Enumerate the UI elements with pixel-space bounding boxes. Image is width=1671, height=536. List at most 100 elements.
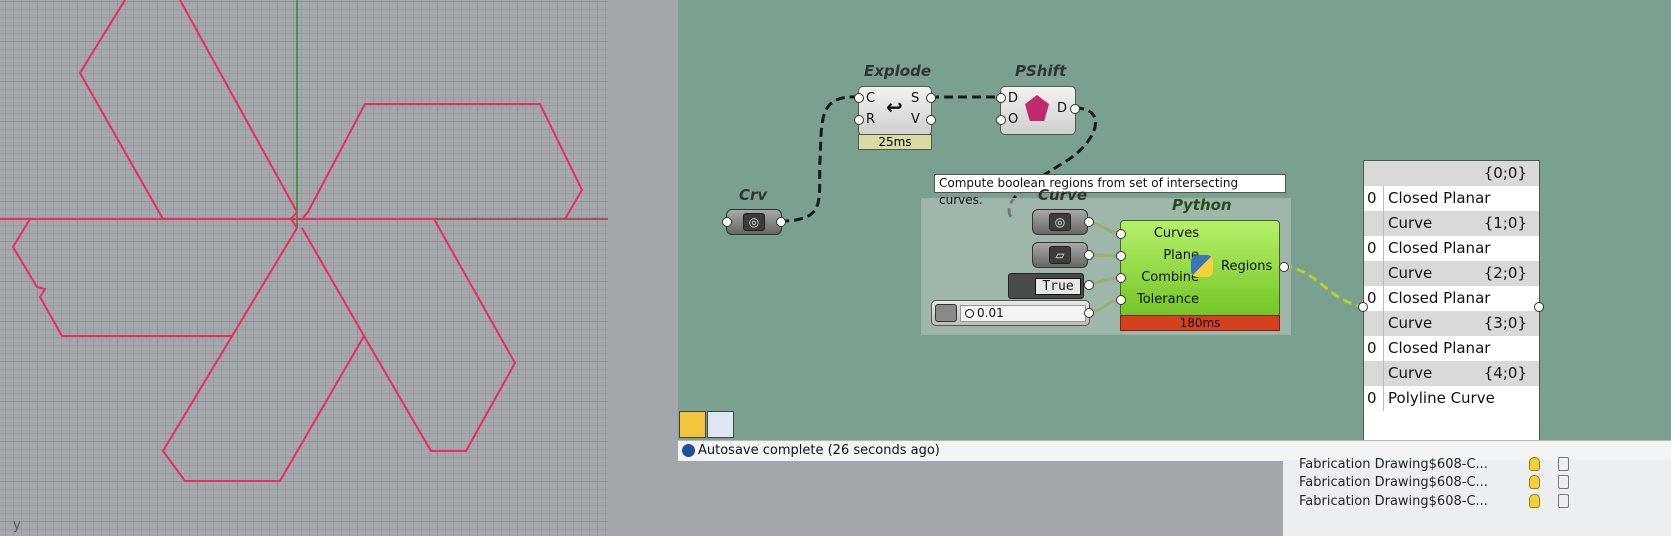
python-output-regions[interactable]: Regions [1221,259,1272,274]
panel-path-0: {0;0} [1364,161,1539,186]
python-component[interactable]: Curves Plane Combine Tolerance Regions [1120,220,1280,317]
panel-row-4: 0 Polyline Curve [1364,386,1539,411]
explode-s-dot[interactable] [926,93,936,103]
python-tolerance-dot[interactable] [1116,295,1126,305]
light-bulb-icon[interactable] [1529,457,1540,471]
pshift-input-o[interactable]: O [1008,112,1018,127]
pshift-component[interactable]: D O D [1000,86,1076,135]
pshift-input-d[interactable]: D [1008,91,1018,106]
python-input-curves[interactable]: Curves [1154,226,1199,241]
python-input-tolerance[interactable]: Tolerance [1137,292,1199,307]
panel-row-1: 0 Closed Planar Curve [1364,236,1539,286]
pshift-d-dot[interactable] [996,93,1006,103]
output-panel[interactable]: {0;0} 0 Closed Planar Curve {1;0} 0 Closed… [1363,160,1540,460]
slider-value: 0.01 [977,306,1004,320]
crv-param[interactable]: ◎ [726,209,782,235]
explode-input-r[interactable]: R [866,112,875,127]
explode-output-v[interactable]: V [911,112,920,127]
light-bulb-icon[interactable] [1529,475,1540,489]
plane-param-icon: ▱ [1049,246,1071,264]
crv-title: Crv [739,186,768,204]
slider-track[interactable]: 0.01 [960,305,1086,322]
crv-input-dot[interactable] [722,217,732,227]
toggle-output-dot[interactable] [1084,280,1094,290]
wire-crv-explode [779,95,859,223]
petal-left-upper [30,218,298,229]
tolerance-slider[interactable]: 0.01 [931,300,1090,326]
explode-timing: 25ms [858,134,932,150]
panel-output-dot[interactable] [1534,302,1544,312]
python-title: Python [1172,196,1232,214]
panel-row-3: 0 Closed Planar Curve [1364,336,1539,386]
region-curves [0,0,584,482]
curve-title: Curve [1038,186,1088,204]
pshift-title: PShift [1015,62,1067,80]
canvas-toolbar [679,410,739,438]
wire-python-panel [1282,264,1362,308]
pshift-o-dot[interactable] [996,115,1006,125]
pshift-out-dot[interactable] [1070,104,1080,114]
layer-name: Fabrication Drawing$608-C... [1299,475,1488,490]
lock-icon[interactable] [1558,494,1569,508]
crv-output-dot[interactable] [776,217,786,227]
plane-output-dot[interactable] [1084,250,1094,260]
autosave-icon [682,444,695,457]
python-logo-icon [1191,255,1213,277]
lock-icon[interactable] [1558,475,1569,489]
curve-output-dot[interactable] [1084,217,1094,227]
layer-row[interactable]: Fabrication Drawing$608-C... [1283,492,1671,511]
grasshopper-canvas[interactable]: Explode C R S V ↩ 25ms PShift D O D Crv … [678,0,1671,460]
petal-left [0,218,233,337]
python-curves-dot[interactable] [1116,229,1126,239]
curve-param-icon: ◎ [1049,213,1071,231]
panel-input-dot[interactable] [1358,302,1368,312]
viewport-border [608,0,678,536]
python-combine-dot[interactable] [1116,273,1126,283]
python-timing: 180ms [1120,315,1280,331]
pshift-icon [1025,95,1049,121]
axis-label-y: y [13,518,21,533]
explode-input-c[interactable]: C [866,91,875,106]
slider-output-dot[interactable] [1084,308,1094,318]
layer-row[interactable]: Fabrication Drawing$608-C... [1283,473,1671,492]
explode-c-dot[interactable] [854,93,864,103]
petal-top [78,0,164,220]
slider-grip[interactable] [935,304,957,322]
boolean-toggle[interactable]: True [1008,273,1084,299]
explode-r-dot[interactable] [854,115,864,125]
slider-handle-icon[interactable] [965,309,974,318]
lock-icon[interactable] [1558,457,1569,471]
panel-value: Closed Planar Curve [1383,336,1539,386]
plane-param[interactable]: ▱ [1032,242,1088,268]
panel-index: 0 [1367,239,1377,257]
layer-name: Fabrication Drawing$608-C... [1299,494,1488,509]
panel-value: Closed Planar Curve [1383,186,1539,236]
pshift-output-d[interactable]: D [1057,101,1067,116]
layer-row[interactable]: Fabrication Drawing$608-C... [1283,455,1671,474]
explode-component[interactable]: C R S V ↩ [858,86,932,136]
panel-index: 0 [1367,389,1377,407]
status-message: Autosave complete (26 seconds ago) [698,443,940,458]
light-bulb-icon[interactable] [1529,494,1540,508]
python-plane-dot[interactable] [1116,251,1126,261]
explode-v-dot[interactable] [926,115,936,125]
explode-output-s[interactable]: S [911,91,919,106]
curve-param[interactable]: ◎ [1032,209,1088,235]
panel-value: Closed Planar Curve [1383,286,1539,336]
panel-index: 0 [1367,289,1377,307]
preview-mesh-icon[interactable] [707,411,734,438]
curve-param-icon: ◎ [743,213,765,231]
panel-row-2: 0 Closed Planar Curve [1364,286,1539,336]
panel-value: Polyline Curve [1383,386,1495,411]
petal-bottom [161,227,366,482]
wire-display-icon[interactable] [679,411,706,438]
panel-row-0: 0 Closed Planar Curve [1364,186,1539,236]
component-tooltip: Compute boolean regions from set of inte… [934,174,1286,207]
rhino-viewport[interactable]: y [0,0,608,536]
python-regions-dot[interactable] [1279,262,1289,272]
toggle-value[interactable]: True [1035,278,1081,295]
layer-name: Fabrication Drawing$608-C... [1299,457,1488,472]
panel-value: Closed Planar Curve [1383,236,1539,286]
viewport-geometry [0,0,608,482]
layers-panel: Fabrication Drawing$608-C... Fabrication… [1283,457,1671,536]
